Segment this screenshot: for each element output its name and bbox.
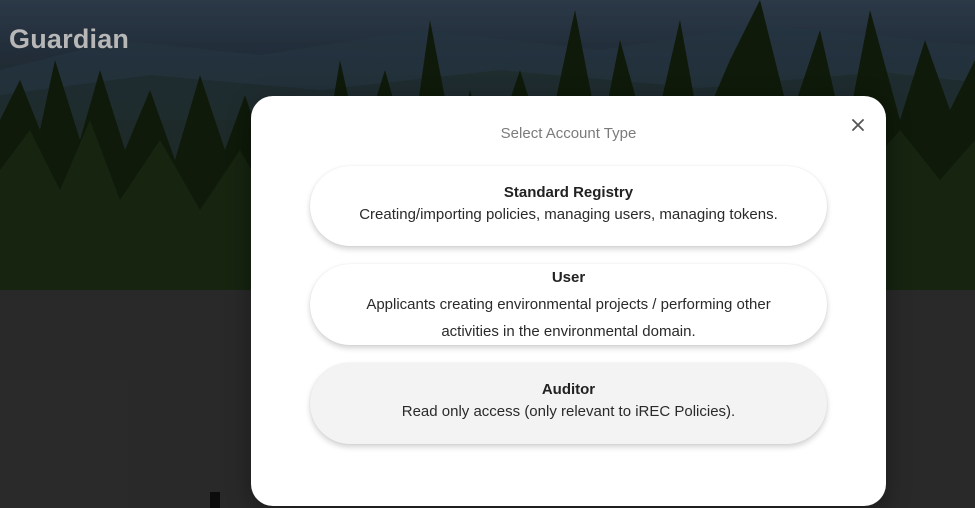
- screen: Guardian Select Account Type Standard Re…: [0, 0, 975, 508]
- option-description: Applicants creating environmental projec…: [366, 296, 771, 340]
- app-title: Guardian: [9, 24, 130, 54]
- option-title: Auditor: [541, 381, 596, 398]
- option-description: Creating/importing policies, managing us…: [359, 206, 778, 223]
- close-button[interactable]: [845, 112, 871, 138]
- dialog-title: Select Account Type: [500, 125, 637, 142]
- select-account-type-dialog: Select Account Type Standard Registry Cr…: [251, 96, 886, 506]
- option-description: Read only access (only relevant to iREC …: [401, 403, 736, 420]
- option-title: Standard Registry: [503, 184, 634, 201]
- option-title: User: [551, 269, 586, 286]
- account-option-auditor[interactable]: Auditor Read only access (only relevant …: [310, 363, 827, 444]
- account-option-user[interactable]: User Applicants creating environmental p…: [310, 264, 827, 345]
- close-icon: [852, 119, 864, 131]
- account-option-standard-registry[interactable]: Standard Registry Creating/importing pol…: [310, 166, 827, 246]
